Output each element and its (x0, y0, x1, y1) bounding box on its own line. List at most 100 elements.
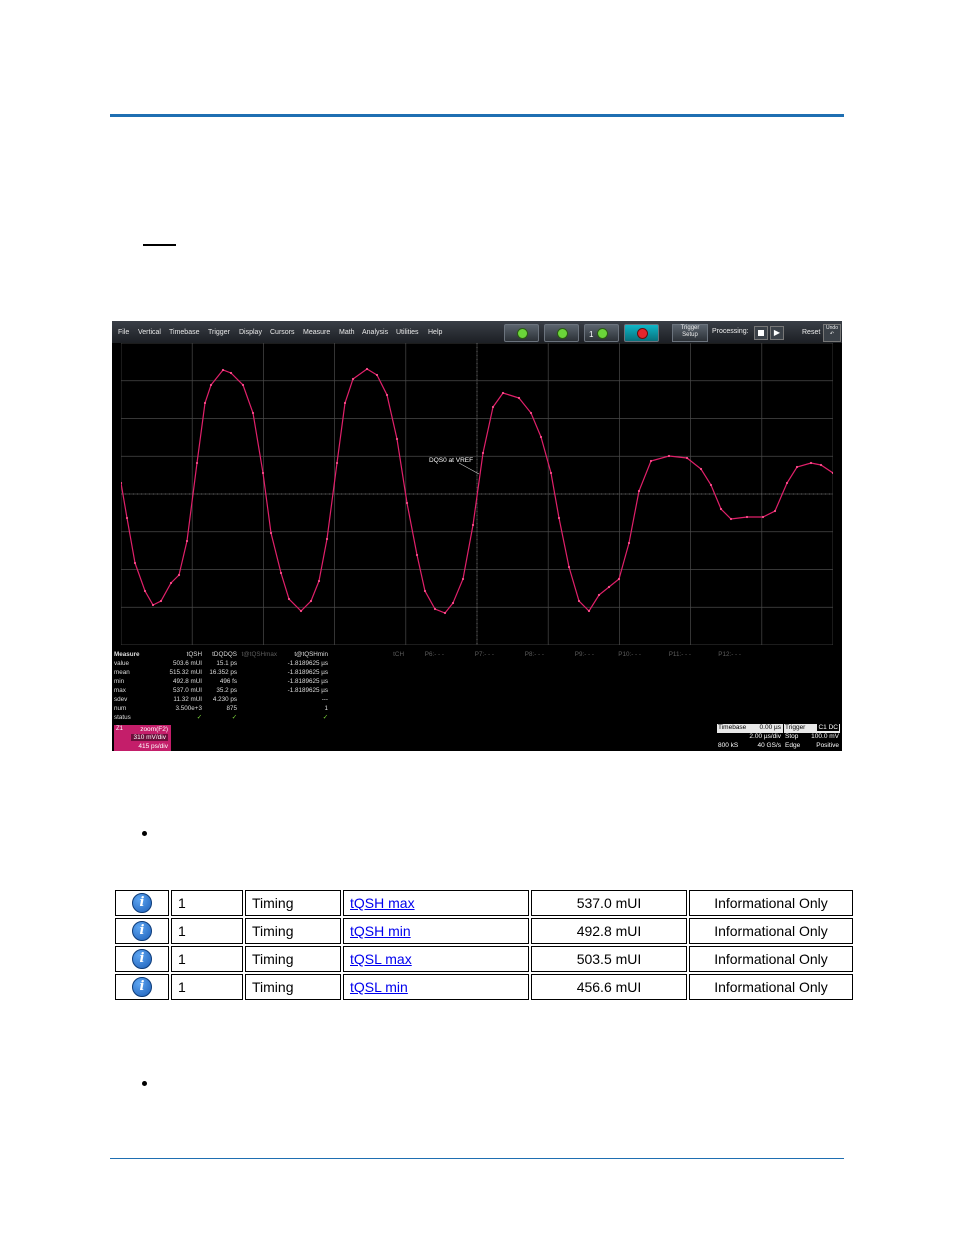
measure-cell: --- (321, 696, 328, 703)
waveform-sample (375, 373, 379, 377)
waveform-sample (195, 461, 199, 465)
trigger-mode: Stop (785, 733, 799, 740)
measure-col-3[interactable]: t@tQSHmax (242, 650, 277, 659)
result-name-link[interactable]: tQSH max (350, 895, 415, 911)
waveform-sample (261, 471, 265, 475)
measure-cell: 515.32 mUI (169, 669, 202, 676)
waveform-sample (121, 481, 123, 485)
result-name-cell: tQSH max (343, 890, 529, 916)
measure-col-9[interactable]: P9:- - - (575, 650, 594, 659)
trigger-panel[interactable]: Trigger C1 DC Stop 100.0 mV Edge Positiv… (784, 724, 840, 751)
measure-col-1[interactable]: tQSH (187, 650, 202, 659)
measure-cell: 16.352 ps (209, 669, 237, 676)
timebase-panel[interactable]: Timebase 0.00 µs 2.00 µs/div 800 kS 40 G… (717, 724, 783, 751)
header-rule (110, 114, 844, 117)
waveform-sample (279, 571, 283, 575)
bullet-2 (142, 1081, 147, 1086)
measure-col-10[interactable]: P10:- - - (618, 650, 641, 659)
zoom-tag: Z1 (116, 726, 124, 732)
measure-col-6[interactable]: P6:- - - (425, 650, 444, 659)
measure-cell: -1.8189625 µs (287, 669, 328, 676)
save-waveform-button[interactable] (544, 324, 579, 342)
menu-timebase[interactable]: Timebase (169, 329, 199, 336)
measure-cell: -1.8189625 µs (287, 687, 328, 694)
measure-header-label: Measure (114, 651, 140, 658)
result-name-cell: tQSL max (343, 946, 529, 972)
footer-rule (110, 1158, 844, 1159)
result-name-link[interactable]: tQSL min (350, 979, 408, 995)
results-table: i 1 Timing tQSH max 537.0 mUI Informational O… (113, 888, 855, 1002)
record-icon (637, 328, 648, 339)
measure-col-12[interactable]: P12:- - - (718, 650, 741, 659)
waveform-sample (471, 523, 475, 527)
waveform-sample (627, 541, 631, 545)
waveform-sample (549, 471, 553, 475)
run-button[interactable]: ▶ (770, 326, 784, 340)
measure-cell: 15.1 ps (216, 660, 237, 667)
menu-trigger[interactable]: Trigger (208, 329, 230, 336)
record-button[interactable] (624, 324, 659, 342)
result-number: 1 (171, 974, 243, 1000)
measure-row-label: max (114, 687, 126, 694)
trigger-label: Trigger (785, 724, 806, 731)
measure-cell: -1.8189625 µs (287, 660, 328, 667)
stop-button[interactable] (754, 326, 768, 340)
result-name-link[interactable]: tQSH min (350, 923, 411, 939)
trigger-level: 100.0 mV (811, 733, 839, 740)
waveform-sample (287, 597, 291, 601)
result-number: 1 (171, 890, 243, 916)
result-number: 1 (171, 946, 243, 972)
result-row: i 1 Timing tQSL max 503.5 mUI Informational O… (115, 946, 853, 972)
waveform-sample (443, 611, 447, 615)
memory-button[interactable]: 1 (584, 324, 619, 342)
waveform-sample (795, 465, 799, 469)
waveform-sample (607, 585, 611, 589)
measure-cell: 875 (226, 705, 237, 712)
measure-col-7[interactable]: P7:- - - (475, 650, 494, 659)
result-type: Timing (245, 974, 341, 1000)
waveform-sample (597, 593, 601, 597)
reset-button[interactable]: Reset (802, 329, 820, 336)
auto-setup-button[interactable] (504, 324, 539, 342)
result-value: 456.6 mUI (531, 974, 687, 1000)
measure-col-8[interactable]: P8:- - - (525, 650, 544, 659)
measure-cell: 11.32 mUI (173, 696, 202, 703)
menu-display[interactable]: Display (239, 329, 262, 336)
menu-analysis[interactable]: Analysis (362, 329, 388, 336)
menu-utilities[interactable]: Utilities (396, 329, 419, 336)
menu-vertical[interactable]: Vertical (138, 329, 161, 336)
measure-cell: 1 (324, 705, 328, 712)
waveform-sample (501, 391, 505, 395)
measure-col-2[interactable]: tDQDQS (212, 650, 237, 659)
result-icon-cell: i (115, 890, 169, 916)
menu-math[interactable]: Math (339, 329, 355, 336)
waveform-display[interactable]: DQS0 at VREF Z1 (121, 343, 833, 645)
menu-file[interactable]: File (118, 329, 129, 336)
waveform-sample (481, 451, 485, 455)
result-name-link[interactable]: tQSL max (350, 951, 412, 967)
waveform-sample (761, 515, 765, 519)
waveform-sample (317, 579, 321, 583)
result-name-cell: tQSH min (343, 918, 529, 944)
timebase-samples: 800 kS (718, 742, 739, 749)
waveform-sample (433, 607, 437, 611)
menu-measure[interactable]: Measure (303, 329, 330, 336)
waveform-sample (177, 573, 181, 577)
waveform-sample (617, 577, 621, 581)
measure-col-5[interactable]: tCH (393, 650, 404, 659)
waveform-sample (143, 589, 147, 593)
zoom-hdiv: 415 ps/div (138, 743, 168, 750)
measure-col-11[interactable]: P11:- - - (669, 650, 691, 659)
waveform-sample (577, 599, 581, 603)
menu-cursors[interactable]: Cursors (270, 329, 295, 336)
result-status: Informational Only (689, 974, 853, 1000)
zoom-trace-badge[interactable]: Z1 zoom(F2) 310 mV/div 415 ps/div (114, 725, 171, 751)
trigger-setup-button[interactable]: Trigger Setup (672, 324, 708, 342)
waveform-sample (159, 599, 163, 603)
result-type: Timing (245, 890, 341, 916)
measure-row-label: status (114, 714, 131, 721)
annotation-leader (458, 462, 480, 475)
menu-help[interactable]: Help (428, 329, 442, 336)
measure-col-4[interactable]: t@tQSHmin (294, 650, 328, 659)
undo-button[interactable]: Undo ↶ (823, 324, 841, 342)
